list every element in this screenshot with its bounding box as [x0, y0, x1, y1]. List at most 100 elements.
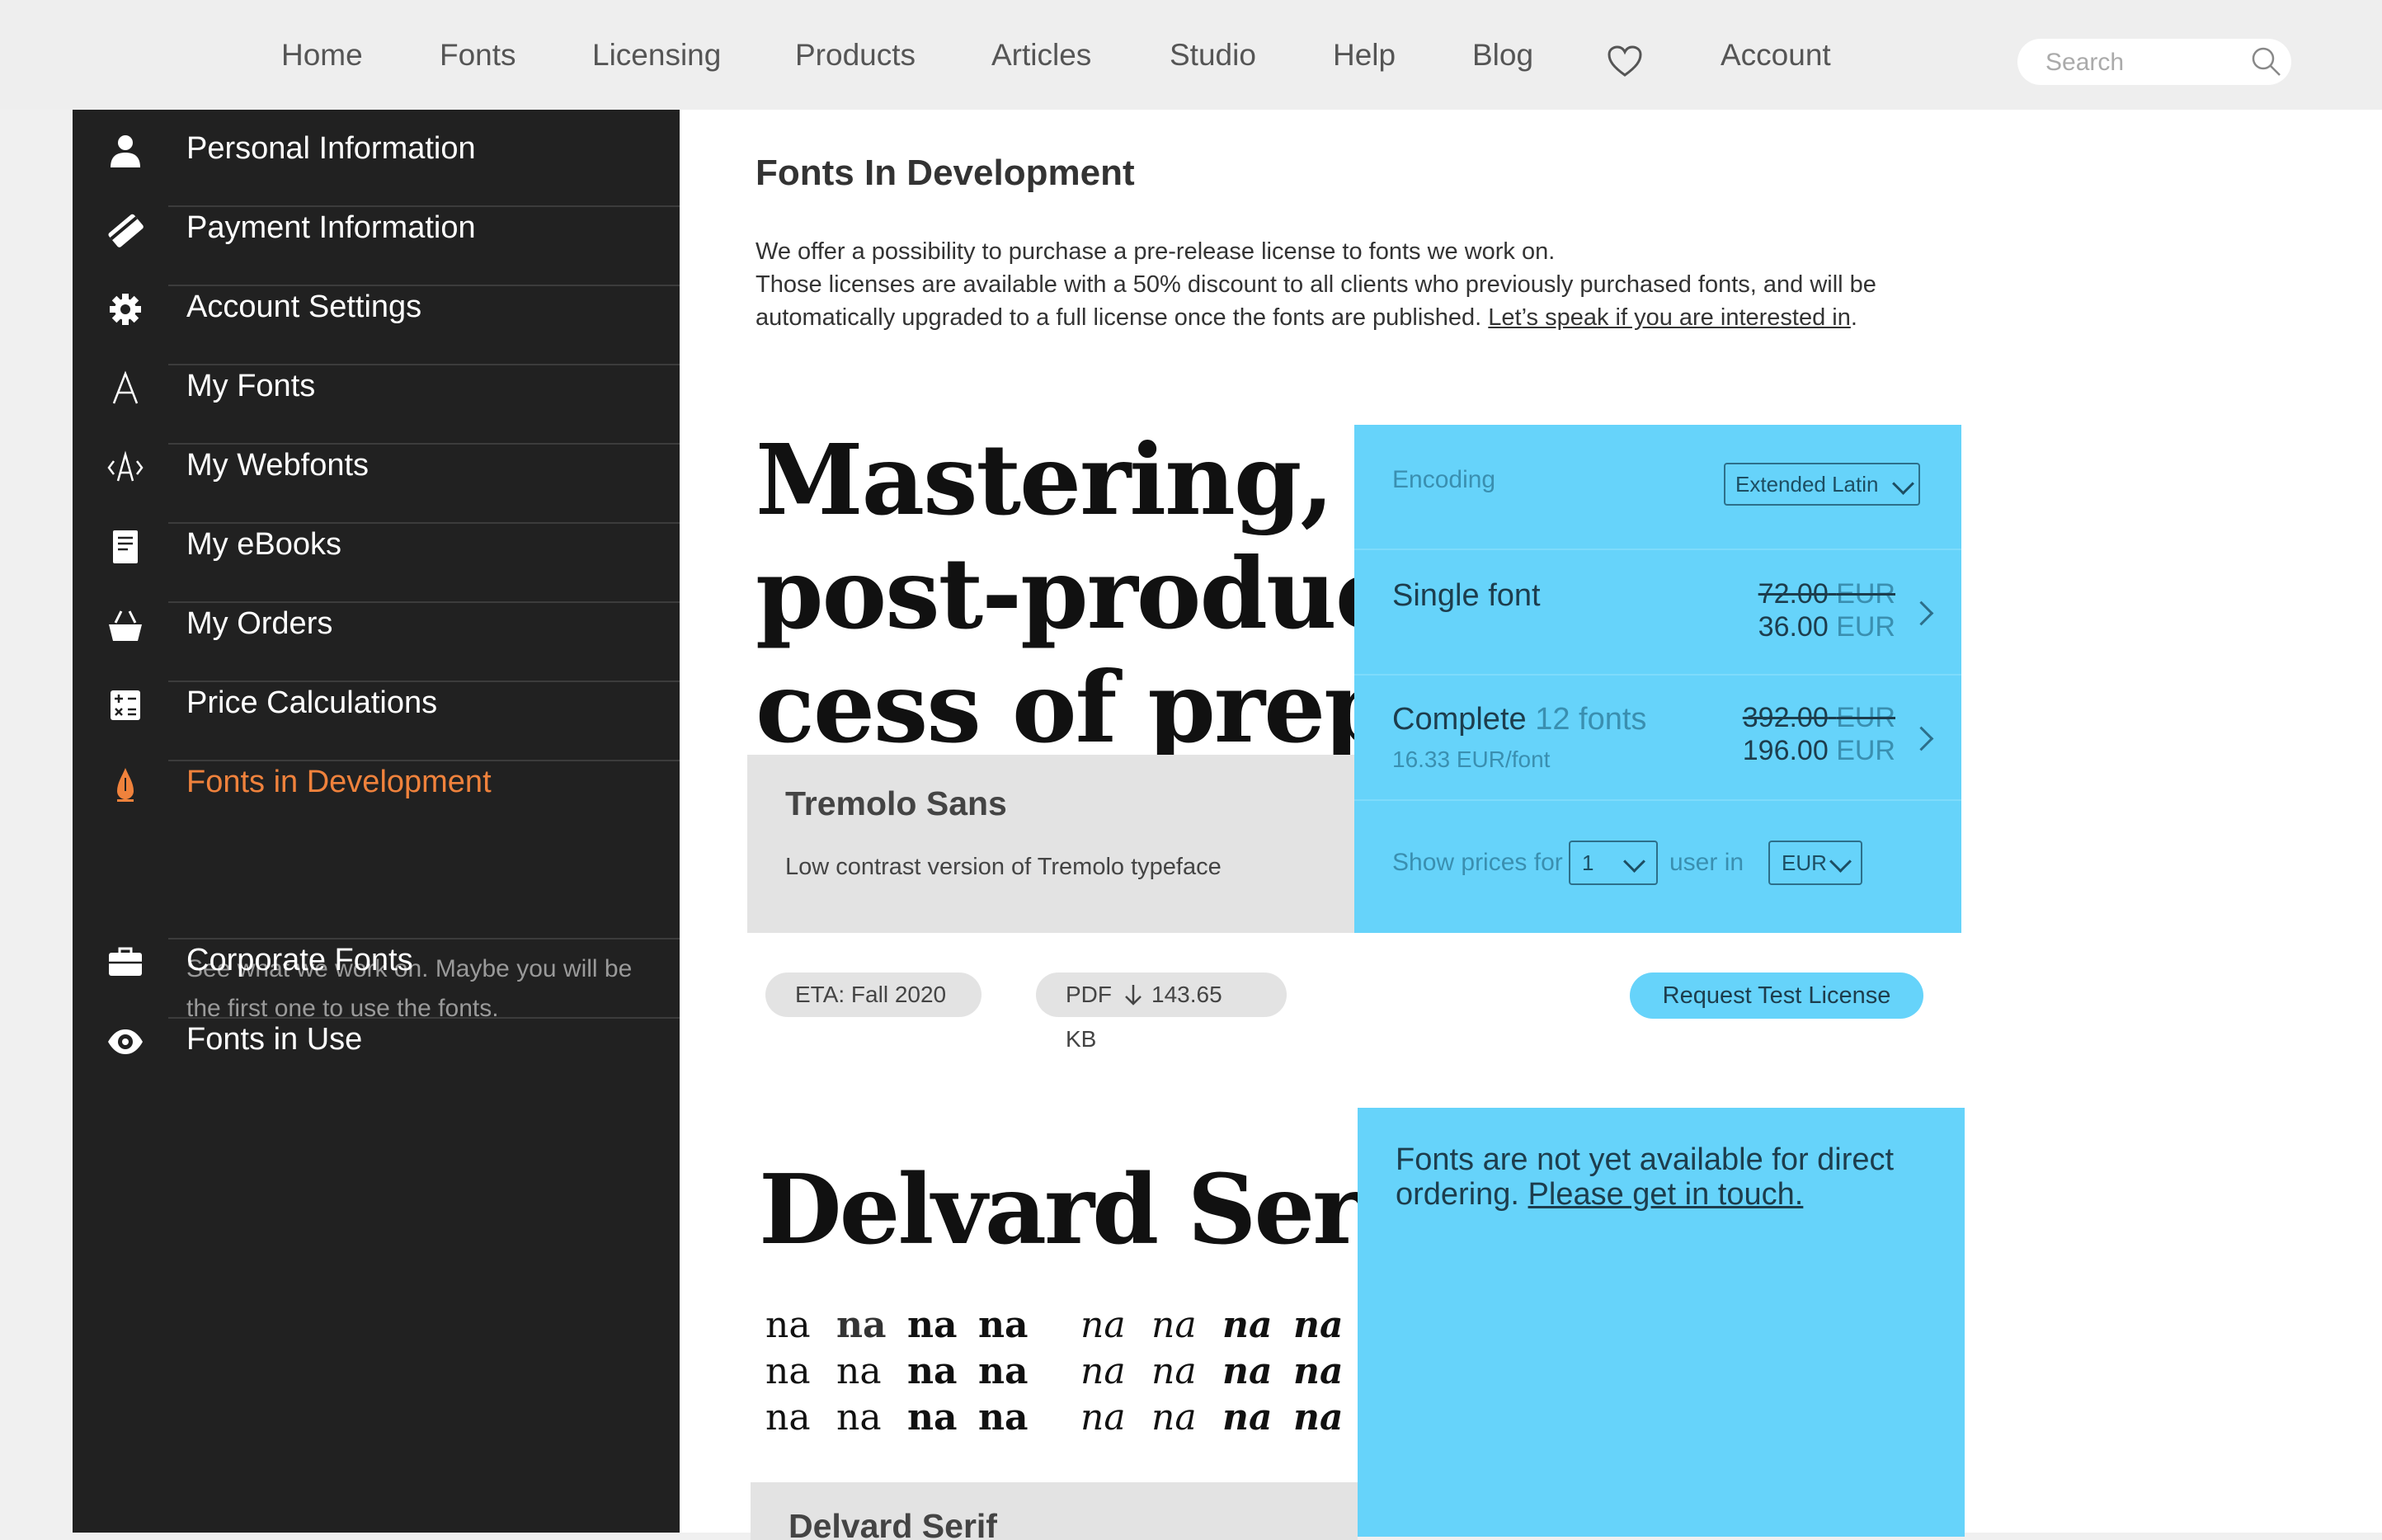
sidebar-item-label: Account Settings — [186, 290, 422, 324]
encoding-select[interactable]: Extended Latin — [1724, 463, 1920, 506]
sidebar-item-label: Fonts in Development — [186, 765, 492, 799]
ebook-icon — [113, 530, 138, 563]
sample-text: na — [765, 1304, 811, 1346]
complete-label: Complete — [1392, 702, 1527, 737]
chevron-down-icon — [1892, 473, 1914, 495]
sample-text: na — [978, 1396, 1029, 1439]
sidebar-item-my-webfonts[interactable]: My Webfonts — [73, 428, 680, 507]
old-price-value: 72.00 — [1758, 578, 1829, 610]
specimen-text: Mastering, a font post-production cess o… — [756, 423, 1354, 765]
sample-text: na — [1080, 1304, 1126, 1346]
sidebar-item-my-fonts[interactable]: My Fonts — [73, 349, 680, 428]
currency: EUR — [1836, 702, 1895, 733]
font-name[interactable]: Tremolo Sans — [785, 784, 1007, 823]
font-name[interactable]: Delvard Serif — [789, 1507, 997, 1540]
currency: EUR — [1836, 735, 1895, 766]
sidebar-item-personal-information[interactable]: Personal Information — [73, 111, 680, 191]
get-in-touch-link[interactable]: Please get in touch. — [1528, 1177, 1804, 1212]
sidebar-item-label: Payment Information — [186, 210, 476, 245]
sample-text: na — [836, 1350, 882, 1392]
nav-products[interactable]: Products — [795, 38, 916, 73]
user-count-select[interactable]: 1 — [1569, 841, 1658, 885]
sidebar-item-my-orders[interactable]: My Orders — [73, 586, 680, 666]
sidebar-item-price-calculations[interactable]: Price Calculations — [73, 666, 680, 745]
font-specimen-title: Delvard Serif — [759, 1154, 1435, 1266]
nav-licensing[interactable]: Licensing — [592, 38, 721, 73]
sidebar-item-corporate-fonts[interactable]: Corporate Fonts — [73, 923, 680, 1002]
sidebar-item-account-settings[interactable]: Account Settings — [73, 270, 680, 349]
contact-link[interactable]: Let’s speak if you are interested in — [1488, 304, 1851, 331]
intro-end: . — [1850, 304, 1857, 331]
new-price-value: 196.00 — [1742, 735, 1829, 766]
pen-nib-icon — [117, 768, 134, 802]
sample-text: na — [978, 1304, 1029, 1346]
sample-text: na — [1151, 1350, 1197, 1392]
request-test-license-button[interactable]: Request Test License — [1630, 973, 1923, 1019]
sample-text: na — [1293, 1396, 1344, 1439]
sidebar-item-label: Fonts in Use — [186, 1022, 363, 1057]
complete-new-price: 196.00 EUR — [1743, 735, 1895, 767]
complete-old-price: 392.00 EUR — [1743, 702, 1895, 734]
currency-value: EUR — [1782, 850, 1827, 875]
sidebar-item-my-ebooks[interactable]: My eBooks — [73, 507, 680, 586]
show-prices-label: Show prices for — [1392, 849, 1563, 876]
search-input[interactable] — [2044, 45, 2237, 80]
complete-title: Complete 12 fonts — [1392, 702, 1646, 737]
single-font-title: Single font — [1392, 578, 1541, 613]
sidebar-item-fonts-in-development[interactable]: Fonts in Development — [73, 745, 680, 824]
nav-studio[interactable]: Studio — [1170, 38, 1256, 73]
sample-text: na — [1222, 1304, 1273, 1346]
availability-panel: Fonts are not yet available for direct o… — [1358, 1108, 1965, 1537]
sample-text: na — [1080, 1350, 1126, 1392]
sample-text: na — [907, 1304, 958, 1346]
top-navigation: Home Fonts Licensing Products Articles S… — [0, 0, 2382, 110]
currency: EUR — [1836, 611, 1895, 643]
page-title: Fonts In Development — [756, 153, 1135, 193]
sample-text: na — [836, 1304, 887, 1346]
sidebar-item-label: My eBooks — [186, 527, 341, 562]
font-info-box: Tremolo Sans Low contrast version of Tre… — [747, 755, 1354, 933]
old-price-value: 392.00 — [1742, 702, 1829, 733]
complete-family-row[interactable]: Complete 12 fonts 16.33 EUR/font 392.00 … — [1354, 676, 1961, 799]
nav-fonts[interactable]: Fonts — [440, 38, 516, 73]
font-description: Low contrast version of Tremolo typeface — [785, 854, 1222, 880]
eye-icon — [108, 1029, 143, 1054]
sample-text: na — [765, 1350, 811, 1392]
per-font-price: 16.33 EUR/font — [1392, 746, 1551, 772]
single-font-row[interactable]: Single font 72.00 EUR 36.00 EUR — [1354, 550, 1961, 674]
sample-text: na — [1080, 1396, 1126, 1439]
sample-text: na — [1293, 1304, 1344, 1346]
calculator-icon — [111, 690, 140, 720]
nav-articles[interactable]: Articles — [991, 38, 1091, 73]
sidebar-item-label: My Webfonts — [186, 448, 370, 483]
pdf-label: PDF — [1066, 982, 1112, 1007]
nav-account[interactable]: Account — [1721, 38, 1831, 73]
divider — [1354, 799, 1961, 801]
account-sidebar: Personal Information Payment Information… — [73, 110, 680, 1533]
user-in-label: user in — [1669, 849, 1744, 876]
availability-note: Fonts are not yet available for direct o… — [1396, 1142, 1923, 1212]
sample-text: na — [907, 1396, 958, 1439]
specimen-line: Mastering, a font — [756, 422, 1354, 537]
basket-icon — [109, 610, 142, 641]
nav-home[interactable]: Home — [281, 38, 363, 73]
intro-text: We offer a possibility to purchase a pre… — [756, 235, 1927, 334]
chevron-right-icon — [1909, 726, 1934, 751]
currency-select[interactable]: EUR — [1768, 841, 1862, 885]
single-new-price: 36.00 EUR — [1758, 611, 1895, 643]
heart-icon[interactable] — [1607, 45, 1643, 78]
gear-icon — [110, 294, 141, 325]
pdf-download-button[interactable]: PDF 143.65 KB — [1036, 973, 1287, 1052]
nav-blog[interactable]: Blog — [1472, 38, 1533, 73]
sidebar-item-payment-information[interactable]: Payment Information — [73, 191, 680, 270]
sample-text: na — [1151, 1396, 1197, 1439]
search-icon[interactable] — [2250, 45, 2283, 78]
search-box — [2017, 39, 2291, 85]
sidebar-item-fonts-in-use[interactable]: Fonts in Use — [73, 1002, 680, 1081]
new-price-value: 36.00 — [1758, 611, 1829, 643]
font-count: 12 fonts — [1535, 702, 1647, 737]
sample-text: na — [1222, 1350, 1273, 1392]
nav-help[interactable]: Help — [1333, 38, 1396, 73]
single-old-price: 72.00 EUR — [1758, 578, 1895, 610]
sidebar-item-label: My Orders — [186, 606, 333, 641]
